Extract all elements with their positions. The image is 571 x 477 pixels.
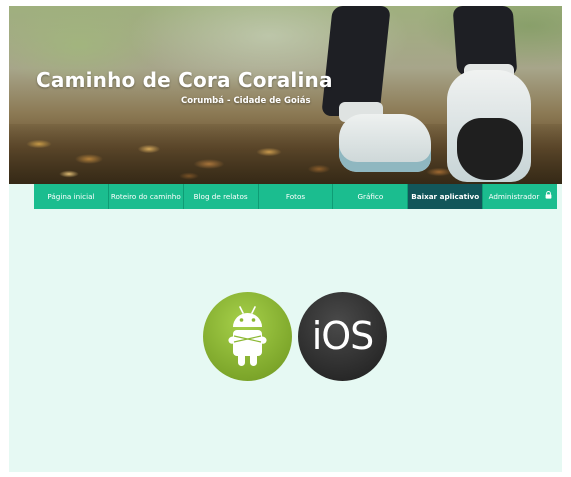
site-subtitle: Corumbá - Cidade de Goiás xyxy=(181,96,311,106)
nav-item-label: Administrador xyxy=(488,192,540,201)
ios-icon: iOS xyxy=(311,314,375,358)
android-icon xyxy=(228,306,267,366)
lock-icon xyxy=(545,185,552,209)
nav-item-administrador[interactable]: Administrador xyxy=(483,184,558,209)
nav-item-pagina-inicial[interactable]: Página inicial xyxy=(34,184,109,209)
nav-item-blog[interactable]: Blog de relatos xyxy=(183,184,259,209)
nav-item-label: Baixar aplicativo xyxy=(411,192,480,201)
site-title: Caminho de Cora Coralina xyxy=(36,68,333,92)
hero-shoe-sole xyxy=(457,118,523,180)
nav-item-baixar-aplicativo[interactable]: Baixar aplicativo xyxy=(408,184,484,209)
nav-item-label: Blog de relatos xyxy=(193,192,248,201)
nav-item-grafico[interactable]: Gráfico xyxy=(333,184,409,209)
nav-item-label: Página inicial xyxy=(47,192,95,201)
nav-item-roteiro[interactable]: Roteiro do caminho xyxy=(108,184,184,209)
hero-banner: Caminho de Cora Coralina Corumbá - Cidad… xyxy=(9,6,562,184)
nav-item-label: Fotos xyxy=(285,192,306,201)
main-nav: Página inicial Roteiro do caminho Blog d… xyxy=(34,184,558,209)
nav-item-fotos[interactable]: Fotos xyxy=(258,184,334,209)
hero-leg-left xyxy=(321,6,391,116)
page-frame: Caminho de Cora Coralina Corumbá - Cidad… xyxy=(9,6,562,472)
ios-app-button[interactable]: iOS xyxy=(298,292,387,381)
nav-item-label: Roteiro do caminho xyxy=(110,192,181,201)
nav-item-label: Gráfico xyxy=(357,192,384,201)
android-app-button[interactable] xyxy=(203,292,292,381)
hero-shoe-left xyxy=(339,114,431,172)
